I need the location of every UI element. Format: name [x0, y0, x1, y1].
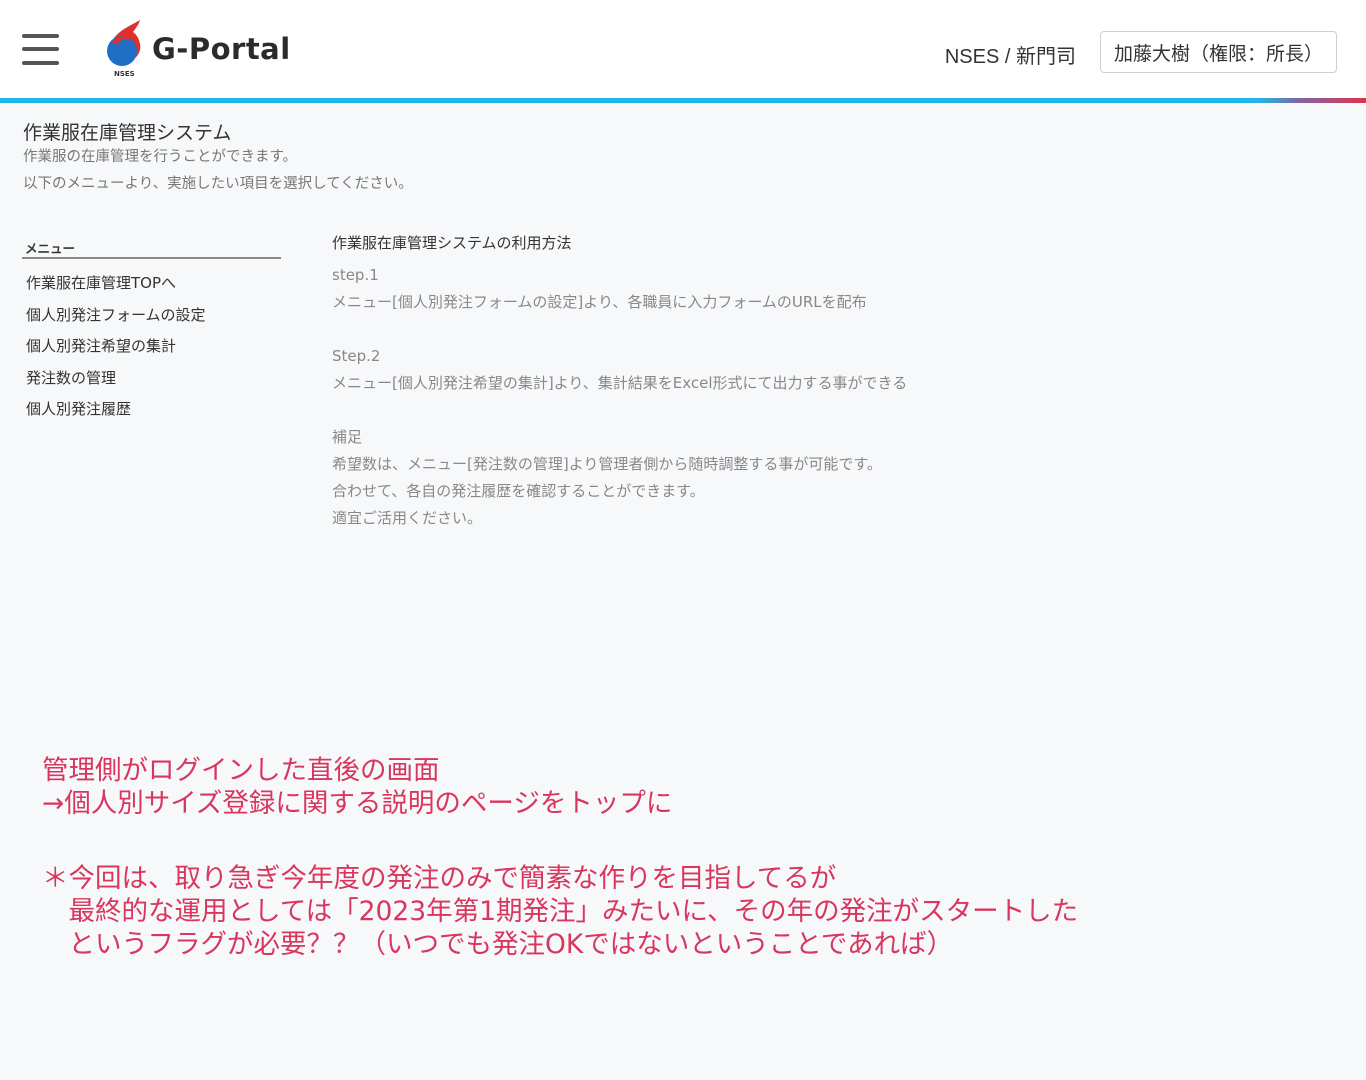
note-line-3: 適宜ご活用ください。	[332, 509, 483, 527]
menu-divider	[22, 257, 281, 259]
annotation-line-5: というフラグが必要？？（いつでも発注OKではないということであれば）	[42, 929, 954, 960]
page-description-2: 以下のメニューより、実施したい項目を選択してください。	[23, 176, 413, 192]
annotation-line-4: 最終的な運用としては「2023年第1期発注」みたいに、その年の発注がスタートした	[42, 896, 1079, 927]
step2-label: Step.2	[332, 347, 381, 365]
menu-icon[interactable]	[22, 34, 59, 66]
guide-title: 作業服在庫管理システムの利用方法	[332, 234, 572, 252]
note-label: 補足	[332, 428, 363, 446]
logo-text: G-Portal	[152, 32, 291, 66]
page-description-1: 作業服の在庫管理を行うことができます。	[23, 149, 298, 165]
menu-heading: メニュー	[25, 241, 76, 256]
g-portal-logo-icon: NSES	[107, 20, 141, 78]
page-title: 作業服在庫管理システム	[23, 122, 232, 144]
header-accent-bar	[0, 98, 1366, 103]
annotation-line-3: ＊今回は、取り急ぎ今年度の発注のみで簡素な作りを目指してるが	[42, 863, 837, 894]
menu-item-order-quantity[interactable]: 発注数の管理	[26, 367, 206, 399]
logo[interactable]: NSES G-Portal	[100, 18, 291, 80]
org-label: NSES / 新門司	[944, 46, 1076, 68]
step1-label: step.1	[332, 266, 379, 284]
note-line-1: 希望数は、メニュー[発注数の管理]より管理者側から随時調整する事が可能です。	[332, 455, 882, 473]
menu-item-order-history[interactable]: 個人別発注履歴	[26, 398, 206, 430]
header: NSES G-Portal NSES / 新門司 加藤大樹（権限：所長）	[0, 0, 1366, 100]
svg-text:NSES: NSES	[114, 70, 135, 78]
user-button[interactable]: 加藤大樹（権限：所長）	[1100, 31, 1337, 73]
menu-item-order-form-settings[interactable]: 個人別発注フォームの設定	[26, 304, 206, 336]
annotation-line-1: 管理側がログインした直後の画面	[42, 755, 440, 786]
step2-text: メニュー[個人別発注希望の集計]より、集計結果をExcel形式にて出力する事がで…	[332, 374, 908, 392]
usage-guide: 作業服在庫管理システムの利用方法 step.1 メニュー[個人別発注フォームの設…	[332, 232, 1032, 532]
sidebar-menu: 作業服在庫管理TOPへ 個人別発注フォームの設定 個人別発注希望の集計 発注数の…	[26, 272, 206, 430]
step1-text: メニュー[個人別発注フォームの設定]より、各職員に入力フォームのURLを配布	[332, 293, 867, 311]
note-line-2: 合わせて、各自の発注履歴を確認することができます。	[332, 482, 705, 500]
annotation-line-2: →個人別サイズ登録に関する説明のページをトップに	[42, 788, 673, 819]
menu-item-order-summary[interactable]: 個人別発注希望の集計	[26, 335, 206, 367]
menu-item-inventory-top[interactable]: 作業服在庫管理TOPへ	[26, 272, 206, 304]
